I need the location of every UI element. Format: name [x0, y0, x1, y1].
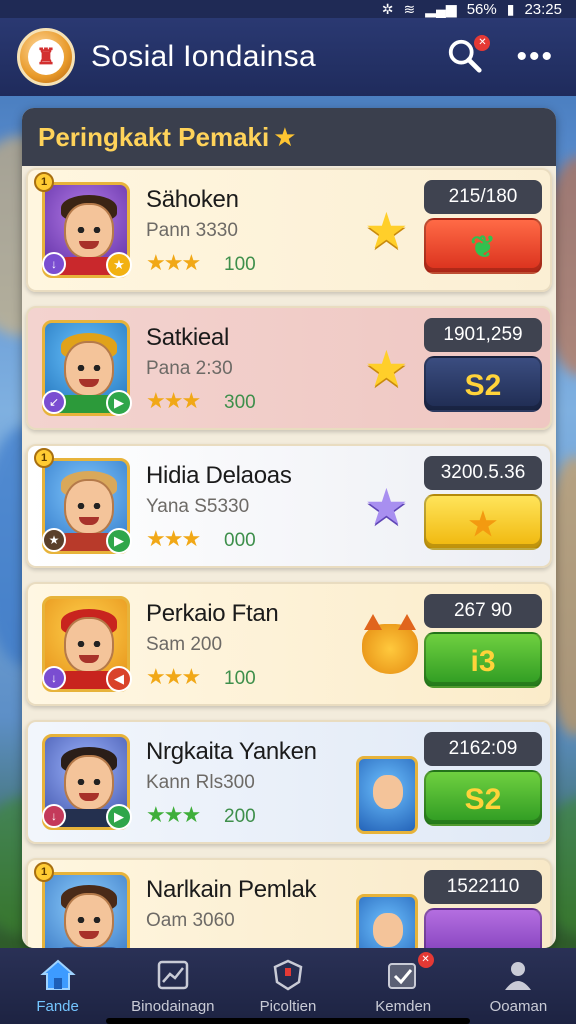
rank-up-icon: ▶	[106, 390, 132, 416]
level-badge-icon: ↓	[42, 252, 66, 276]
player-name: Sähoken	[146, 186, 239, 213]
rating-stars: ★★★	[146, 664, 201, 689]
settings-gear-icon: ✲	[381, 0, 394, 17]
shooting-star-icon: ★	[364, 341, 409, 397]
nav-item-collection[interactable]: Picoltien	[230, 948, 345, 1024]
player-subtitle: Oam 3060	[146, 910, 235, 931]
clock: 23:25	[524, 0, 562, 18]
avatar	[42, 872, 130, 948]
leaderboard-panel: Peringkakt Pemaki ★ 1 ↓ ★ Sähoken Pann 3…	[22, 108, 556, 948]
level-badge-icon: ↓	[42, 804, 66, 828]
home-icon	[39, 958, 76, 992]
score-value: 1901,259	[424, 318, 542, 352]
bottom-navigation: Fande Binodainagn Picoltien ✕ Kemden Ooa…	[0, 948, 576, 1024]
nav-item-leaderboard[interactable]: Binodainagn	[115, 948, 230, 1024]
player-points: 200	[224, 806, 256, 827]
checkbox-icon	[385, 958, 421, 992]
player-subtitle: Sam 200	[146, 634, 223, 655]
user-icon	[500, 958, 536, 992]
row-action-button[interactable]: ❦	[424, 218, 542, 274]
player-points: 100	[224, 668, 256, 689]
app-title: Sosial Iondainsa	[91, 40, 316, 73]
rating-stars: ★★★	[146, 802, 201, 827]
rating-stars: ★★★	[146, 250, 201, 275]
search-button[interactable]: ✕	[446, 35, 491, 77]
notification-badge-icon: ✕	[417, 952, 434, 968]
logo-emblem-icon: ♜	[28, 39, 64, 75]
leaderboard-row[interactable]: ↙ ▶ Satkieal Pana 2:30 ★★★ 300 ★ 1901,25…	[26, 306, 552, 430]
leaf-icon: ❦	[470, 231, 496, 264]
mini-avatar-card	[356, 894, 418, 948]
app-bar: ♜ Sosial Iondainsa ✕ •••	[0, 18, 576, 96]
nav-item-profile[interactable]: Ooaman	[461, 948, 576, 1024]
leaderboard-title: Peringkakt Pemaki	[38, 121, 270, 152]
leaderboard-row[interactable]: 1 ↓ ★ Sähoken Pann 3330 ★★★ 100 ★ 215/18…	[26, 168, 552, 292]
chart-icon	[155, 958, 191, 992]
star-icon: ★	[273, 121, 297, 152]
player-name: Hidia Delaoas	[146, 462, 292, 489]
level-badge-icon: ↓	[42, 666, 66, 690]
status-bar: ✲ ≋ ▂▄▆ 56% ▮ 23:25	[0, 0, 576, 18]
score-value: 3200.5.36	[424, 456, 542, 490]
player-subtitle: Yana S5330	[146, 496, 250, 517]
rank-badge-icon: 1	[34, 172, 54, 192]
more-options-icon[interactable]: •••	[516, 42, 554, 72]
rank-up-icon: ▶	[106, 528, 132, 554]
purple-star-icon: ★	[364, 479, 409, 535]
player-subtitle: Kann Rls300	[146, 772, 255, 793]
level-badge-icon: ★	[42, 528, 66, 552]
battery-icon: ▮	[506, 0, 515, 17]
gold-star-icon: ★	[364, 203, 409, 259]
rating-stars: ★★★	[146, 526, 201, 551]
rank-badge-icon: 1	[34, 862, 54, 882]
player-subtitle: Pann 3330	[146, 220, 238, 241]
row-action-button[interactable]: S2	[424, 356, 542, 412]
nav-label: Picoltien	[259, 998, 317, 1015]
level-badge-icon: ↙	[42, 390, 66, 414]
leaderboard-row[interactable]: ↓ ◀ Perkaio Ftan Sam 200 ★★★ 100 267 90 …	[26, 582, 552, 706]
score-value: 215/180	[424, 180, 542, 214]
leaderboard-header: Peringkakt Pemaki ★	[22, 108, 556, 166]
score-value: 2162:09	[424, 732, 542, 766]
rank-up-icon: ▶	[106, 804, 132, 830]
leaderboard-row[interactable]: 1 Narlkain Pemlak Oam 3060 1522110	[26, 858, 552, 948]
nav-label: Binodainagn	[131, 998, 215, 1015]
nav-label: Fande	[36, 998, 79, 1015]
score-value: 267 90	[424, 594, 542, 628]
player-points: 100	[224, 254, 256, 275]
home-indicator[interactable]	[106, 1018, 470, 1024]
wifi-icon: ≋	[403, 0, 416, 17]
nav-item-missions[interactable]: ✕ Kemden	[346, 948, 461, 1024]
nav-label: Ooaman	[489, 998, 548, 1015]
player-subtitle: Pana 2:30	[146, 358, 233, 379]
rank-up-icon: ★	[106, 252, 132, 278]
signal-icon: ▂▄▆	[425, 0, 457, 17]
player-name: Perkaio Ftan	[146, 600, 279, 627]
notification-badge-icon: ✕	[474, 35, 491, 51]
row-action-button[interactable]: ★	[424, 494, 542, 550]
rank-down-icon: ◀	[106, 666, 132, 692]
leaderboard-row[interactable]: 1 ★ ▶ Hidia Delaoas Yana S5330 ★★★ 000 ★…	[26, 444, 552, 568]
shield-icon	[270, 958, 306, 992]
nav-label: Kemden	[375, 998, 432, 1015]
star-icon: ★	[468, 506, 498, 542]
rank-badge-icon: 1	[34, 448, 54, 468]
battery-level: 56%	[466, 0, 497, 18]
mini-avatar-card	[356, 756, 418, 834]
leaderboard-list: 1 ↓ ★ Sähoken Pann 3330 ★★★ 100 ★ 215/18…	[22, 166, 556, 948]
leaderboard-row[interactable]: ↓ ▶ Nrgkaita Yanken Kann Rls300 ★★★ 200 …	[26, 720, 552, 844]
score-value: 1522110	[424, 870, 542, 904]
row-action-button[interactable]: S2	[424, 770, 542, 826]
rating-stars: ★★★	[146, 388, 201, 413]
player-points: 300	[224, 392, 256, 413]
player-name: Satkieal	[146, 324, 229, 351]
nav-item-home[interactable]: Fande	[0, 948, 115, 1024]
fox-mascot-icon	[362, 614, 418, 674]
row-action-button[interactable]	[424, 908, 542, 948]
player-points: 000	[224, 530, 256, 551]
app-logo[interactable]: ♜	[17, 28, 75, 86]
player-name: Nrgkaita Yanken	[146, 738, 317, 765]
row-action-button[interactable]: i3	[424, 632, 542, 688]
player-name: Narlkain Pemlak	[146, 876, 317, 903]
